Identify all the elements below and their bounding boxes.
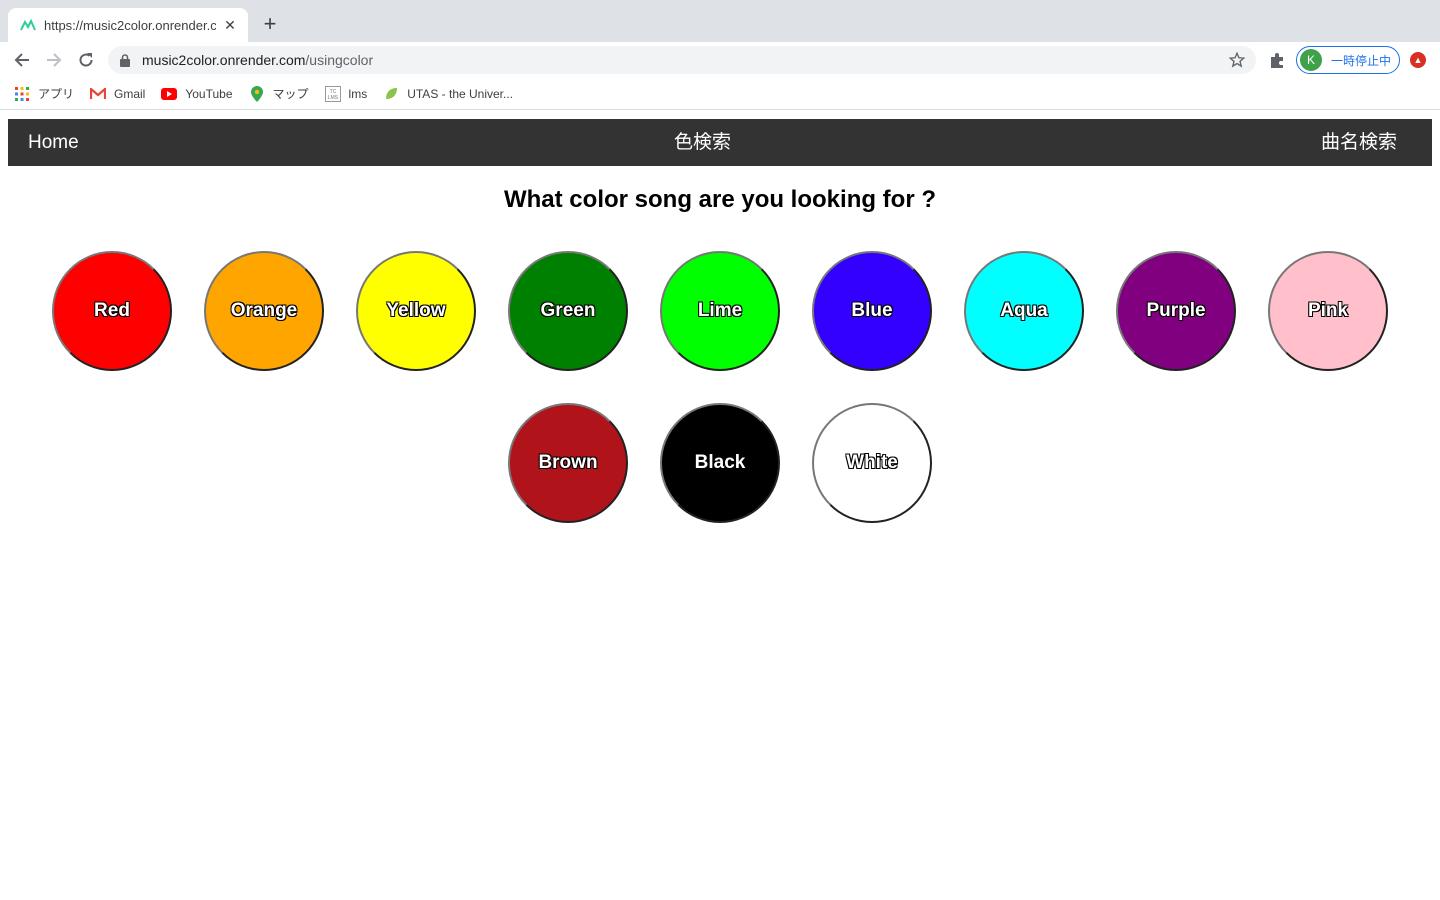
color-button-orange[interactable]: Orange: [204, 251, 324, 371]
color-button-brown[interactable]: Brown: [508, 403, 628, 523]
color-button-label: Aqua: [1000, 300, 1048, 321]
color-button-label: Yellow: [386, 300, 446, 321]
bookmark-gmail[interactable]: Gmail: [90, 86, 145, 102]
bookmark-youtube[interactable]: YouTube: [161, 86, 233, 102]
site-favicon-icon: [20, 17, 36, 33]
youtube-icon: [161, 86, 178, 102]
avatar: K: [1300, 49, 1322, 71]
color-button-label: Purple: [1146, 300, 1206, 321]
apps-grid-icon: [14, 86, 30, 102]
color-button-lime[interactable]: Lime: [660, 251, 780, 371]
bookmark-label: マップ: [272, 87, 309, 101]
color-button-red[interactable]: Red: [52, 251, 172, 371]
browser-toolbar: music2color.onrender.com/usingcolor K 一時…: [0, 42, 1440, 78]
url-host: music2color.onrender.com: [142, 52, 306, 68]
close-tab-icon[interactable]: ✕: [222, 17, 238, 33]
bookmark-label: Gmail: [114, 86, 146, 101]
reload-icon[interactable]: [74, 48, 98, 72]
color-button-yellow[interactable]: Yellow: [356, 251, 476, 371]
profile-status-label: 一時停止中: [1331, 53, 1392, 68]
nav-color-search-link[interactable]: 色検索: [674, 119, 731, 166]
nav-title-search-link[interactable]: 曲名検索: [1321, 119, 1397, 166]
url-path: /usingcolor: [305, 52, 374, 68]
bookmark-star-icon[interactable]: [1228, 51, 1246, 69]
color-button-label: Brown: [538, 452, 598, 473]
extensions-puzzle-icon[interactable]: [1268, 50, 1288, 70]
svg-text:LMS: LMS: [327, 95, 338, 101]
color-button-green[interactable]: Green: [508, 251, 628, 371]
color-button-label: Black: [694, 452, 746, 473]
bookmark-utas[interactable]: UTAS - the Univer...: [383, 86, 513, 102]
bookmark-label: UTAS - the Univer...: [407, 86, 514, 101]
color-button-label: Pink: [1307, 300, 1349, 321]
color-button-label: Blue: [851, 300, 893, 321]
address-bar[interactable]: music2color.onrender.com/usingcolor: [108, 46, 1256, 74]
gmail-icon: [90, 86, 107, 102]
bookmarks-bar: アプリ Gmail YouTube マップ TC LMS lms UTAS - t…: [0, 78, 1440, 110]
tab-strip: https://music2color.onrender.com/usingco…: [0, 0, 1440, 42]
back-arrow-icon[interactable]: [10, 48, 34, 72]
bookmark-label: アプリ: [38, 87, 75, 101]
color-button-label: Orange: [230, 300, 298, 321]
profile-button[interactable]: K 一時停止中: [1296, 46, 1400, 74]
color-button-white[interactable]: White: [812, 403, 932, 523]
page-title: What color song are you looking for ?: [503, 186, 936, 213]
color-button-blue[interactable]: Blue: [812, 251, 932, 371]
color-button-black[interactable]: Black: [660, 403, 780, 523]
bookmark-label: lms: [348, 86, 368, 101]
color-button-label: Lime: [697, 300, 743, 321]
nav-home-link[interactable]: Home: [28, 119, 79, 166]
update-arrow-icon[interactable]: ▲: [1410, 52, 1426, 68]
lock-icon: [120, 53, 132, 67]
bookmark-apps[interactable]: アプリ: [14, 85, 74, 102]
utas-leaf-icon: [383, 86, 399, 102]
color-button-purple[interactable]: Purple: [1116, 251, 1236, 371]
forward-arrow-icon[interactable]: [42, 48, 66, 72]
color-button-label: Red: [94, 300, 130, 321]
bookmark-maps[interactable]: マップ: [249, 85, 309, 102]
color-button-label: White: [846, 452, 898, 473]
new-tab-plus-icon[interactable]: +: [258, 11, 282, 36]
color-button-aqua[interactable]: Aqua: [964, 251, 1084, 371]
lms-logo-icon: TC LMS: [324, 85, 341, 102]
color-button-pink[interactable]: Pink: [1268, 251, 1388, 371]
maps-pin-icon: [249, 85, 265, 102]
active-tab[interactable]: https://music2color.onrender.com/usingco…: [8, 8, 248, 42]
tab-title: https://music2color.onrender.com/usingco…: [44, 17, 216, 33]
site-navbar: Home 色検索 曲名検索: [8, 119, 1432, 166]
bookmark-lms[interactable]: TC LMS lms: [324, 85, 368, 102]
color-button-label: Green: [540, 300, 596, 321]
bookmark-label: YouTube: [185, 86, 233, 101]
